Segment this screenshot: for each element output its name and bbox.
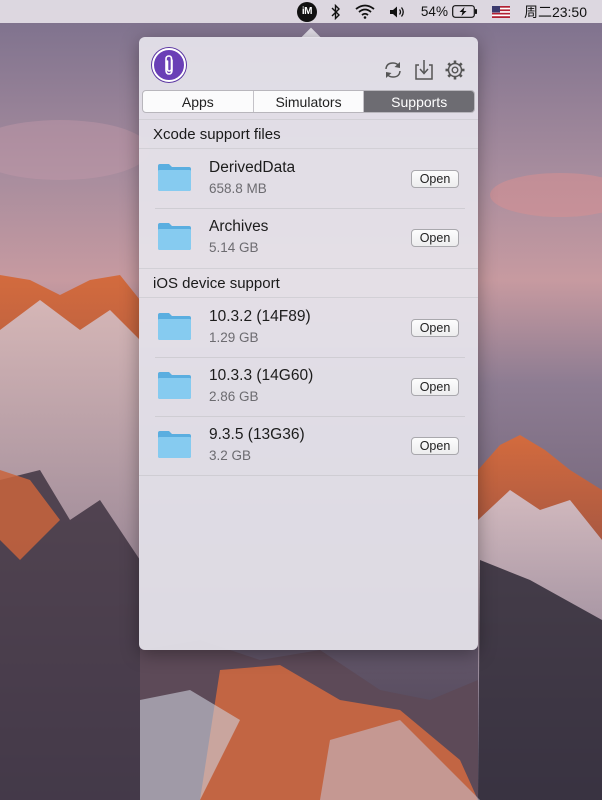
item-name: DerivedData — [209, 159, 296, 176]
list-item: DerivedData 658.8 MB Open — [139, 149, 478, 209]
battery-charging-icon — [452, 5, 477, 18]
tab-supports[interactable]: Supports — [364, 91, 474, 112]
item-size: 5.14 GB — [209, 240, 259, 255]
open-button[interactable]: Open — [411, 170, 459, 188]
menu-bar: iM 54% 周二23:50 — [0, 0, 602, 23]
refresh-button[interactable] — [382, 59, 404, 81]
settings-button[interactable] — [444, 59, 466, 81]
list-item: Archives 5.14 GB Open — [139, 208, 478, 268]
paperclip-icon — [165, 55, 173, 75]
clock-text: 周二23:50 — [523, 3, 587, 20]
battery-status[interactable]: 54% — [414, 0, 485, 23]
app-menubar-item[interactable]: iM — [290, 0, 324, 23]
item-name: 9.3.5 (13G36) — [209, 426, 305, 443]
us-flag-icon — [491, 5, 510, 18]
list-item: 9.3.5 (13G36) 3.2 GB Open — [139, 416, 478, 476]
menubar-clock[interactable]: 周二23:50 — [517, 0, 594, 23]
input-source-us-flag[interactable] — [485, 0, 517, 23]
open-button[interactable]: Open — [411, 437, 459, 455]
section-header-ios-device-support: iOS device support — [139, 268, 478, 298]
item-size: 658.8 MB — [209, 181, 267, 196]
gear-icon — [445, 60, 465, 80]
item-name: 10.3.2 (14F89) — [209, 308, 311, 325]
item-size: 1.29 GB — [209, 330, 259, 345]
item-name: 10.3.3 (14G60) — [209, 367, 314, 384]
item-size: 2.86 GB — [209, 389, 259, 404]
open-button[interactable]: Open — [411, 319, 459, 337]
tab-apps[interactable]: Apps — [143, 91, 254, 112]
divider — [139, 475, 478, 476]
app-logo — [152, 48, 186, 82]
popover-toolbar — [382, 59, 466, 81]
download-button[interactable] — [413, 59, 435, 81]
download-icon — [415, 60, 433, 80]
wifi-icon[interactable] — [348, 0, 382, 23]
refresh-icon — [385, 62, 401, 78]
folder-icon — [158, 313, 191, 340]
item-name: Archives — [209, 218, 269, 235]
list-item: 10.3.3 (14G60) 2.86 GB Open — [139, 357, 478, 417]
folder-icon — [158, 431, 191, 458]
volume-icon[interactable] — [382, 0, 414, 23]
folder-icon — [158, 372, 191, 399]
tab-bar: Apps Simulators Supports — [142, 90, 475, 113]
open-button[interactable]: Open — [411, 229, 459, 247]
bluetooth-icon[interactable] — [324, 0, 348, 23]
item-size: 3.2 GB — [209, 448, 252, 463]
folder-icon — [158, 223, 191, 250]
section-header-xcode-support: Xcode support files — [139, 119, 478, 149]
app-menubar-icon: iM — [296, 1, 317, 22]
popover-panel: Apps Simulators Supports Xcode support f… — [139, 37, 478, 650]
folder-icon — [158, 164, 191, 191]
tab-simulators[interactable]: Simulators — [254, 91, 365, 112]
open-button[interactable]: Open — [411, 378, 459, 396]
list-item: 10.3.2 (14F89) 1.29 GB Open — [139, 298, 478, 358]
battery-percent: 54% — [420, 4, 448, 19]
